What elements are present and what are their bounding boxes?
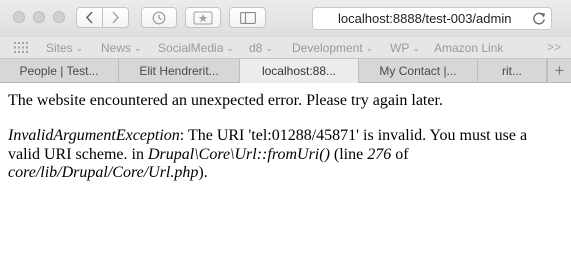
- bookmark-button[interactable]: [185, 7, 221, 28]
- clock-icon: [152, 11, 166, 24]
- exception-method: Drupal\Core\Url::fromUri(): [147, 145, 330, 163]
- tab-elit-hendrerit[interactable]: Elit Hendrerit...: [119, 59, 240, 83]
- exception-line: 276: [367, 145, 392, 163]
- chevron-down-icon: ⌄: [412, 43, 420, 53]
- tab-label: People | Test...: [19, 64, 99, 78]
- back-icon: [85, 11, 93, 24]
- favorite-sites[interactable]: Sites ⌄: [46, 41, 83, 55]
- exception-type: InvalidArgumentException: [8, 127, 180, 144]
- window-close-icon[interactable]: [13, 11, 25, 23]
- tab-label: My Contact |...: [379, 64, 457, 78]
- favorites-overflow-icon[interactable]: >>: [547, 40, 561, 54]
- page-content: The website encountered an unexpected er…: [0, 83, 571, 271]
- browser-toolbar: localhost:8888/test-003/admin: [0, 0, 571, 36]
- chevron-down-icon: ⌄: [75, 43, 84, 53]
- back-forward-group: [76, 7, 129, 28]
- chevron-down-icon: ⌄: [365, 43, 374, 53]
- chevron-down-icon: ⌄: [226, 43, 234, 53]
- sidebar-icon: [239, 11, 256, 24]
- tab-label: localhost:88...: [261, 64, 337, 78]
- error-message: The website encountered an unexpected er…: [8, 92, 443, 109]
- plus-icon: +: [554, 61, 565, 80]
- favorite-amazon-link[interactable]: Amazon Link: [434, 41, 503, 55]
- tab-people[interactable]: People | Test...: [0, 59, 119, 83]
- new-tab-button[interactable]: +: [547, 59, 571, 83]
- chevron-down-icon: ⌄: [134, 43, 142, 53]
- forward-icon: [112, 11, 120, 24]
- address-bar[interactable]: localhost:8888/test-003/admin: [312, 7, 552, 30]
- star-icon: [193, 11, 213, 24]
- favorite-development[interactable]: Development ⌄: [292, 41, 373, 55]
- favorite-wp[interactable]: WP ⌄: [390, 41, 420, 55]
- window-minimize-icon[interactable]: [33, 11, 45, 23]
- tab-localhost[interactable]: localhost:88...: [240, 59, 359, 83]
- tab-bar: People | Test... Elit Hendrerit... local…: [0, 58, 571, 83]
- exception-text: (line: [329, 145, 368, 163]
- favorite-news[interactable]: News ⌄: [101, 41, 142, 55]
- chevron-down-icon: ⌄: [265, 43, 273, 53]
- reload-icon[interactable]: [532, 11, 546, 26]
- browser-window: localhost:8888/test-003/admin Sites ⌄ New…: [0, 0, 571, 271]
- favorite-d8[interactable]: d8 ⌄: [249, 41, 273, 55]
- exception-text: ).: [198, 164, 208, 181]
- exception-details: InvalidArgumentException: The URI 'tel:0…: [8, 127, 548, 183]
- back-button[interactable]: [77, 8, 103, 27]
- grid-icon[interactable]: [14, 42, 28, 53]
- window-maximize-icon[interactable]: [53, 11, 65, 23]
- tab-label: rit...: [502, 64, 522, 78]
- favorite-socialmedia[interactable]: SocialMedia ⌄: [158, 41, 234, 55]
- forward-button[interactable]: [103, 8, 128, 27]
- favorites-bar: Sites ⌄ News ⌄ SocialMedia ⌄ d8 ⌄ Developmen…: [0, 36, 571, 58]
- tab-my-contact[interactable]: My Contact |...: [359, 59, 478, 83]
- exception-text: of: [391, 145, 409, 163]
- history-button[interactable]: [141, 7, 177, 28]
- tab-label: Elit Hendrerit...: [139, 64, 219, 78]
- sidebar-button[interactable]: [229, 7, 266, 28]
- tab-partial[interactable]: rit...: [478, 59, 547, 83]
- address-text: localhost:8888/test-003/admin: [338, 11, 512, 26]
- exception-file: core/lib/Drupal/Core/Url.php: [8, 164, 199, 181]
